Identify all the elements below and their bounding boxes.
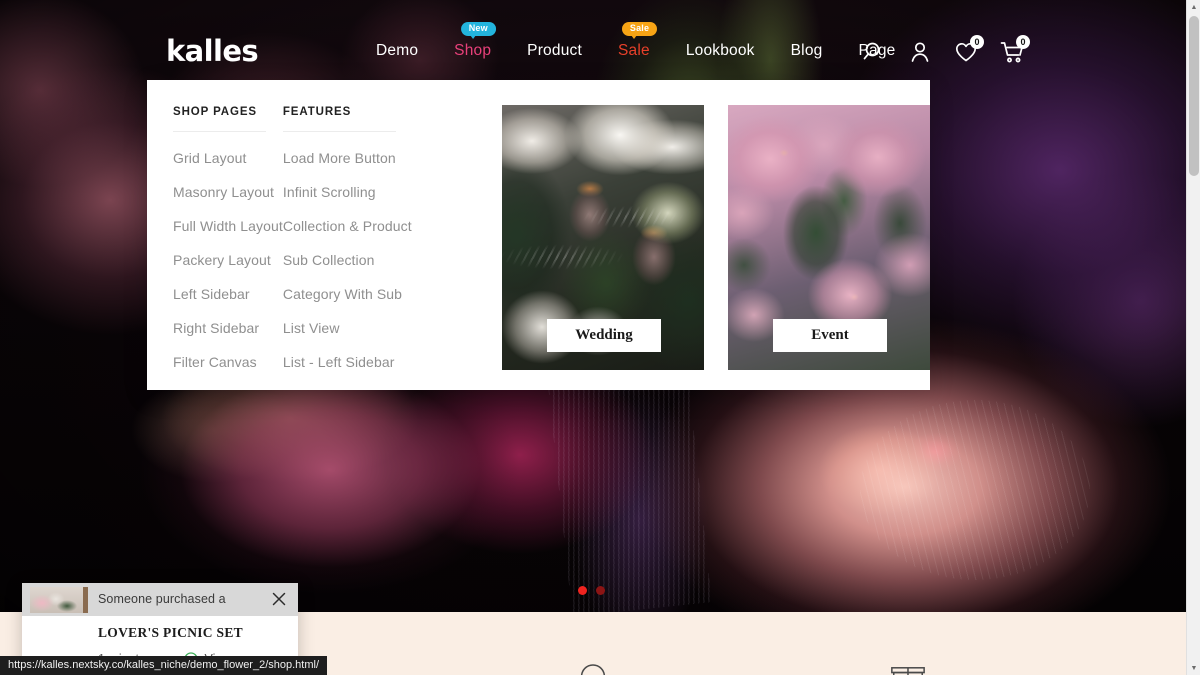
- carousel-dot-2[interactable]: [596, 586, 605, 595]
- megamenu-link-packery-layout[interactable]: Packery Layout: [173, 253, 283, 267]
- megamenu-card-event[interactable]: Event: [728, 105, 930, 370]
- megamenu-link-infinit-scrolling[interactable]: Infinit Scrolling: [283, 185, 414, 199]
- nav-item-sale[interactable]: Sale Sale: [600, 22, 668, 66]
- close-icon[interactable]: [270, 590, 288, 608]
- notification-product-thumbnail: [30, 587, 88, 613]
- notification-product-name[interactable]: LOVER'S PICNIC SET: [98, 625, 243, 641]
- header-icon-group: 0 0: [862, 35, 1030, 64]
- scrollbar-thumb[interactable]: [1189, 16, 1199, 176]
- megamenu-card-label-wedding: Wedding: [547, 319, 661, 352]
- nav-item-blog[interactable]: Blog: [773, 36, 841, 66]
- main-navigation: Demo New Shop Product Sale Sale Lookbook…: [358, 22, 913, 66]
- megamenu-link-list-left-sidebar[interactable]: List - Left Sidebar: [283, 355, 414, 369]
- megamenu-link-full-width-layout[interactable]: Full Width Layout: [173, 219, 283, 233]
- megamenu-column-features: FEATURES Load More Button Infinit Scroll…: [282, 106, 414, 390]
- nav-item-lookbook[interactable]: Lookbook: [668, 36, 773, 66]
- nav-label-sale: Sale: [617, 42, 650, 59]
- megamenu-link-right-sidebar[interactable]: Right Sidebar: [173, 321, 283, 335]
- user-icon[interactable]: [908, 40, 932, 64]
- nav-label-demo: Demo: [376, 42, 419, 59]
- megamenu-card-wedding[interactable]: Wedding: [502, 105, 704, 370]
- support-headset-icon: [574, 664, 612, 675]
- megamenu-card-label-event: Event: [773, 319, 887, 352]
- nav-label-blog: Blog: [790, 42, 823, 59]
- megamenu-column-shop-pages: SHOP PAGES Grid Layout Masonry Layout Fu…: [173, 106, 283, 390]
- scroll-down-arrow-icon[interactable]: ▼: [1187, 661, 1200, 675]
- carousel-dot-1[interactable]: [578, 586, 587, 595]
- vertical-scrollbar[interactable]: ▲ ▼: [1186, 0, 1200, 675]
- megamenu-heading-features: FEATURES: [282, 106, 396, 132]
- nav-item-product[interactable]: Product: [509, 36, 600, 66]
- search-icon[interactable]: [862, 40, 886, 64]
- nav-label-shop: Shop: [454, 42, 492, 59]
- shop-mega-menu: SHOP PAGES Grid Layout Masonry Layout Fu…: [147, 80, 930, 390]
- wishlist-count-badge: 0: [970, 35, 984, 49]
- scroll-up-arrow-icon[interactable]: ▲: [1187, 0, 1200, 14]
- notification-message: Someone purchased a: [98, 592, 226, 606]
- megamenu-link-sub-collection[interactable]: Sub Collection: [283, 253, 414, 267]
- carousel-dots[interactable]: [578, 586, 605, 595]
- browser-status-bar-url: https://kalles.nextsky.co/kalles_niche/d…: [0, 656, 328, 675]
- cart-count-badge: 0: [1016, 35, 1030, 49]
- nav-item-shop[interactable]: New Shop: [436, 22, 509, 66]
- cart-icon[interactable]: 0: [1000, 35, 1030, 64]
- notification-header: Someone purchased a: [22, 583, 298, 616]
- megamenu-promo-cards: Wedding Event: [502, 105, 930, 390]
- megamenu-link-collection-product[interactable]: Collection & Product: [283, 219, 414, 233]
- megamenu-link-list-view[interactable]: List View: [283, 321, 414, 335]
- nav-label-product: Product: [527, 42, 582, 59]
- site-logo[interactable]: kalles: [166, 37, 259, 66]
- megamenu-link-filter-canvas[interactable]: Filter Canvas: [173, 355, 283, 369]
- browser-viewport: kalles Demo New Shop Product Sale Sale L…: [0, 0, 1200, 675]
- gift-box-icon: [889, 664, 927, 675]
- wishlist-heart-icon[interactable]: 0: [954, 35, 984, 64]
- hero-petal-veins: [860, 400, 1090, 580]
- megamenu-link-category-with-sub[interactable]: Category With Sub: [283, 287, 414, 301]
- megamenu-link-load-more-button[interactable]: Load More Button: [283, 151, 414, 165]
- site-header: kalles Demo New Shop Product Sale Sale L…: [0, 0, 1186, 82]
- megamenu-link-grid-layout[interactable]: Grid Layout: [173, 151, 283, 165]
- nav-badge-new: New: [460, 22, 496, 39]
- megamenu-link-left-sidebar[interactable]: Left Sidebar: [173, 287, 283, 301]
- nav-label-lookbook: Lookbook: [685, 42, 755, 59]
- hero-texture-stripes: [548, 373, 712, 612]
- megamenu-link-masonry-layout[interactable]: Masonry Layout: [173, 185, 283, 199]
- megamenu-heading-shop-pages: SHOP PAGES: [173, 106, 266, 132]
- nav-item-demo[interactable]: Demo: [358, 36, 436, 66]
- nav-badge-sale: Sale: [621, 22, 658, 39]
